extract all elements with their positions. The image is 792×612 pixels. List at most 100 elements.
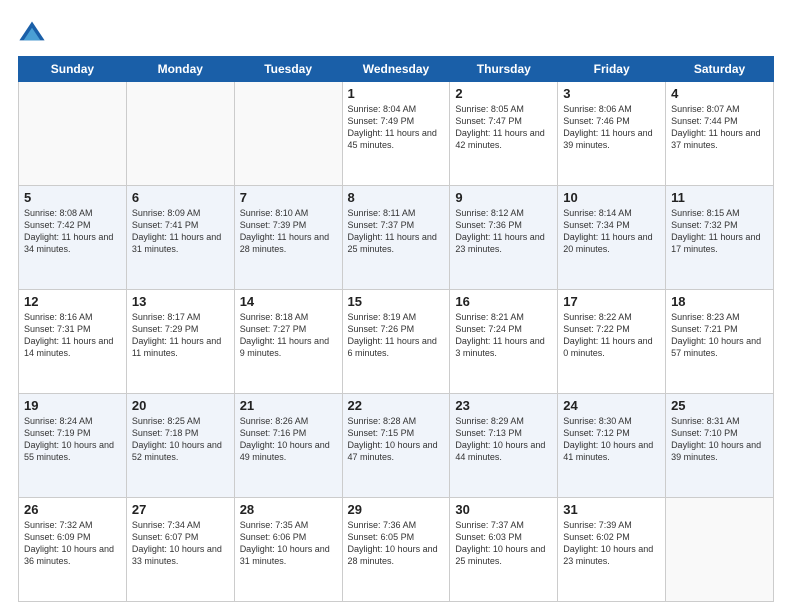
day-info: Sunrise: 8:17 AM Sunset: 7:29 PM Dayligh…	[132, 311, 229, 360]
day-number: 23	[455, 398, 552, 413]
calendar-cell: 8 Sunrise: 8:11 AM Sunset: 7:37 PM Daylig…	[342, 186, 450, 290]
calendar-header-row: SundayMondayTuesdayWednesdayThursdayFrid…	[19, 57, 774, 82]
day-info: Sunrise: 8:05 AM Sunset: 7:47 PM Dayligh…	[455, 103, 552, 152]
day-number: 21	[240, 398, 337, 413]
day-info: Sunrise: 7:34 AM Sunset: 6:07 PM Dayligh…	[132, 519, 229, 568]
day-number: 8	[348, 190, 445, 205]
calendar-cell: 13 Sunrise: 8:17 AM Sunset: 7:29 PM Dayli…	[126, 290, 234, 394]
calendar-cell: 25 Sunrise: 8:31 AM Sunset: 7:10 PM Dayli…	[666, 394, 774, 498]
logo-icon	[18, 18, 46, 46]
day-number: 26	[24, 502, 121, 517]
calendar-day-header: Sunday	[19, 57, 127, 82]
day-info: Sunrise: 8:18 AM Sunset: 7:27 PM Dayligh…	[240, 311, 337, 360]
logo	[18, 18, 50, 46]
calendar-cell: 26 Sunrise: 7:32 AM Sunset: 6:09 PM Dayli…	[19, 498, 127, 602]
calendar-cell: 1 Sunrise: 8:04 AM Sunset: 7:49 PM Daylig…	[342, 82, 450, 186]
calendar-cell: 11 Sunrise: 8:15 AM Sunset: 7:32 PM Dayli…	[666, 186, 774, 290]
page: SundayMondayTuesdayWednesdayThursdayFrid…	[0, 0, 792, 612]
calendar-cell: 2 Sunrise: 8:05 AM Sunset: 7:47 PM Daylig…	[450, 82, 558, 186]
header	[18, 18, 774, 46]
calendar-week-row: 5Sunrise: 8:08 AM Sunset: 7:42 PM Daylig…	[19, 186, 774, 290]
calendar-cell: 24Sunrise: 8:30 AM Sunset: 7:12 PM Dayli…	[558, 394, 666, 498]
calendar-cell: 17 Sunrise: 8:22 AM Sunset: 7:22 PM Dayli…	[558, 290, 666, 394]
day-info: Sunrise: 7:39 AM Sunset: 6:02 PM Dayligh…	[563, 519, 660, 568]
day-number: 10	[563, 190, 660, 205]
calendar-day-header: Thursday	[450, 57, 558, 82]
day-info: Sunrise: 8:06 AM Sunset: 7:46 PM Dayligh…	[563, 103, 660, 152]
day-number: 19	[24, 398, 121, 413]
day-info: Sunrise: 8:25 AM Sunset: 7:18 PM Dayligh…	[132, 415, 229, 464]
calendar-cell: 16Sunrise: 8:21 AM Sunset: 7:24 PM Dayli…	[450, 290, 558, 394]
day-number: 27	[132, 502, 229, 517]
calendar-day-header: Wednesday	[342, 57, 450, 82]
day-info: Sunrise: 8:15 AM Sunset: 7:32 PM Dayligh…	[671, 207, 768, 256]
calendar-cell	[234, 82, 342, 186]
day-number: 30	[455, 502, 552, 517]
calendar-day-header: Tuesday	[234, 57, 342, 82]
day-number: 2	[455, 86, 552, 101]
day-info: Sunrise: 8:08 AM Sunset: 7:42 PM Dayligh…	[24, 207, 121, 256]
calendar-cell: 4Sunrise: 8:07 AM Sunset: 7:44 PM Daylig…	[666, 82, 774, 186]
day-number: 6	[132, 190, 229, 205]
calendar-cell: 3 Sunrise: 8:06 AM Sunset: 7:46 PM Daylig…	[558, 82, 666, 186]
day-info: Sunrise: 7:32 AM Sunset: 6:09 PM Dayligh…	[24, 519, 121, 568]
calendar-cell: 31 Sunrise: 7:39 AM Sunset: 6:02 PM Dayli…	[558, 498, 666, 602]
day-info: Sunrise: 8:19 AM Sunset: 7:26 PM Dayligh…	[348, 311, 445, 360]
day-number: 1	[348, 86, 445, 101]
day-number: 12	[24, 294, 121, 309]
day-number: 20	[132, 398, 229, 413]
calendar-day-header: Friday	[558, 57, 666, 82]
day-number: 17	[563, 294, 660, 309]
day-number: 7	[240, 190, 337, 205]
calendar-week-row: 26 Sunrise: 7:32 AM Sunset: 6:09 PM Dayli…	[19, 498, 774, 602]
day-number: 11	[671, 190, 768, 205]
calendar-cell: 5Sunrise: 8:08 AM Sunset: 7:42 PM Daylig…	[19, 186, 127, 290]
day-info: Sunrise: 8:28 AM Sunset: 7:15 PM Dayligh…	[348, 415, 445, 464]
calendar-cell: 30 Sunrise: 7:37 AM Sunset: 6:03 PM Dayli…	[450, 498, 558, 602]
calendar-cell: 20 Sunrise: 8:25 AM Sunset: 7:18 PM Dayli…	[126, 394, 234, 498]
day-info: Sunrise: 8:16 AM Sunset: 7:31 PM Dayligh…	[24, 311, 121, 360]
day-info: Sunrise: 8:30 AM Sunset: 7:12 PM Dayligh…	[563, 415, 660, 464]
calendar-cell: 7 Sunrise: 8:10 AM Sunset: 7:39 PM Daylig…	[234, 186, 342, 290]
calendar-cell	[126, 82, 234, 186]
calendar-cell: 28Sunrise: 7:35 AM Sunset: 6:06 PM Dayli…	[234, 498, 342, 602]
calendar-cell	[666, 498, 774, 602]
day-info: Sunrise: 8:24 AM Sunset: 7:19 PM Dayligh…	[24, 415, 121, 464]
calendar: SundayMondayTuesdayWednesdayThursdayFrid…	[18, 56, 774, 602]
day-number: 9	[455, 190, 552, 205]
day-number: 16	[455, 294, 552, 309]
day-number: 15	[348, 294, 445, 309]
day-number: 14	[240, 294, 337, 309]
calendar-cell: 6 Sunrise: 8:09 AM Sunset: 7:41 PM Daylig…	[126, 186, 234, 290]
day-info: Sunrise: 8:10 AM Sunset: 7:39 PM Dayligh…	[240, 207, 337, 256]
calendar-cell: 27 Sunrise: 7:34 AM Sunset: 6:07 PM Dayli…	[126, 498, 234, 602]
calendar-cell: 23Sunrise: 8:29 AM Sunset: 7:13 PM Dayli…	[450, 394, 558, 498]
day-info: Sunrise: 8:14 AM Sunset: 7:34 PM Dayligh…	[563, 207, 660, 256]
calendar-cell: 29Sunrise: 7:36 AM Sunset: 6:05 PM Dayli…	[342, 498, 450, 602]
day-number: 29	[348, 502, 445, 517]
day-info: Sunrise: 8:12 AM Sunset: 7:36 PM Dayligh…	[455, 207, 552, 256]
day-info: Sunrise: 8:22 AM Sunset: 7:22 PM Dayligh…	[563, 311, 660, 360]
day-info: Sunrise: 8:04 AM Sunset: 7:49 PM Dayligh…	[348, 103, 445, 152]
day-info: Sunrise: 8:11 AM Sunset: 7:37 PM Dayligh…	[348, 207, 445, 256]
day-number: 13	[132, 294, 229, 309]
calendar-day-header: Saturday	[666, 57, 774, 82]
day-info: Sunrise: 8:09 AM Sunset: 7:41 PM Dayligh…	[132, 207, 229, 256]
calendar-cell: 21 Sunrise: 8:26 AM Sunset: 7:16 PM Dayli…	[234, 394, 342, 498]
day-info: Sunrise: 7:37 AM Sunset: 6:03 PM Dayligh…	[455, 519, 552, 568]
day-info: Sunrise: 7:35 AM Sunset: 6:06 PM Dayligh…	[240, 519, 337, 568]
calendar-cell: 10 Sunrise: 8:14 AM Sunset: 7:34 PM Dayli…	[558, 186, 666, 290]
day-info: Sunrise: 8:23 AM Sunset: 7:21 PM Dayligh…	[671, 311, 768, 360]
calendar-cell: 12 Sunrise: 8:16 AM Sunset: 7:31 PM Dayli…	[19, 290, 127, 394]
day-number: 25	[671, 398, 768, 413]
day-number: 3	[563, 86, 660, 101]
calendar-cell: 19 Sunrise: 8:24 AM Sunset: 7:19 PM Dayli…	[19, 394, 127, 498]
day-info: Sunrise: 8:31 AM Sunset: 7:10 PM Dayligh…	[671, 415, 768, 464]
day-number: 4	[671, 86, 768, 101]
calendar-cell: 22 Sunrise: 8:28 AM Sunset: 7:15 PM Dayli…	[342, 394, 450, 498]
day-info: Sunrise: 8:26 AM Sunset: 7:16 PM Dayligh…	[240, 415, 337, 464]
day-number: 22	[348, 398, 445, 413]
calendar-cell: 14 Sunrise: 8:18 AM Sunset: 7:27 PM Dayli…	[234, 290, 342, 394]
calendar-day-header: Monday	[126, 57, 234, 82]
day-number: 31	[563, 502, 660, 517]
